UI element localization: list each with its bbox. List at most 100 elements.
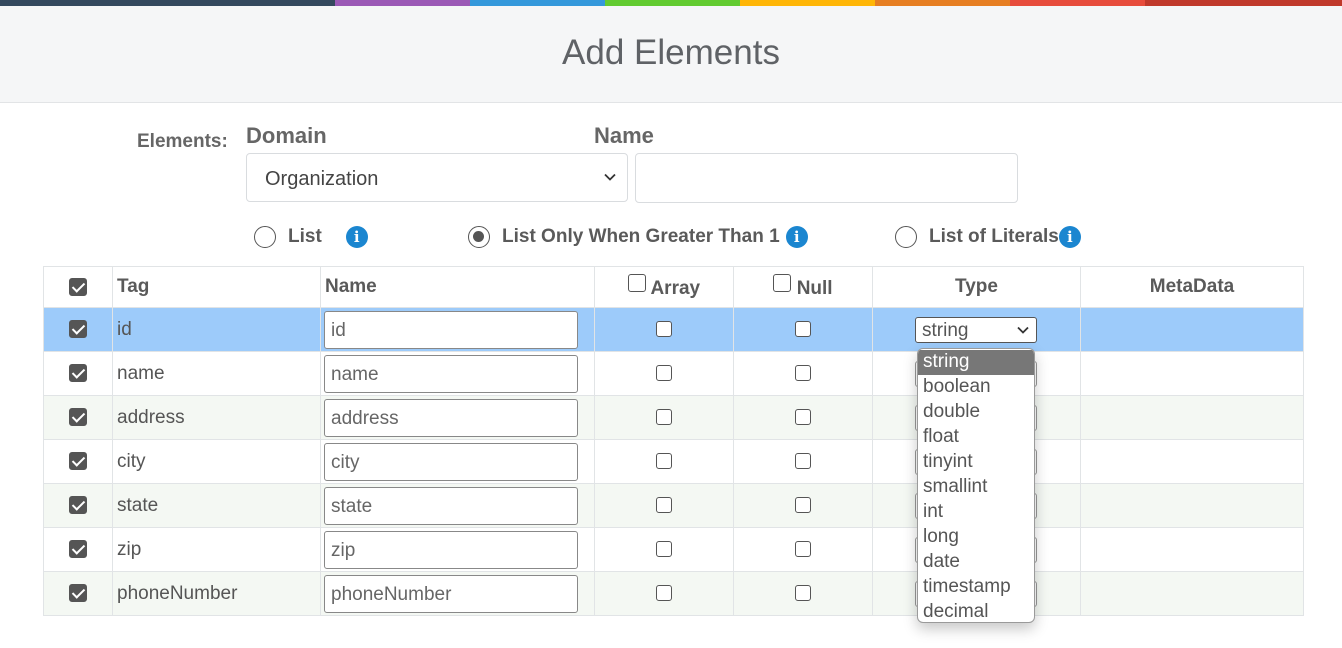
select-all-checkbox[interactable] bbox=[69, 277, 87, 296]
table-row[interactable]: name name bbox=[43, 351, 1304, 396]
name-header: Name bbox=[320, 266, 595, 308]
row-checkbox[interactable] bbox=[69, 364, 87, 383]
type-option[interactable]: int bbox=[918, 500, 1034, 525]
type-select[interactable]: string bbox=[915, 317, 1037, 343]
table-row[interactable]: id id string bbox=[43, 307, 1304, 352]
metadata-cell[interactable] bbox=[1080, 439, 1304, 484]
null-cell bbox=[733, 439, 873, 484]
tag-cell: zip bbox=[112, 527, 321, 572]
name-cell: zip bbox=[320, 527, 595, 572]
elements-label: Elements: bbox=[137, 131, 228, 152]
metadata-cell[interactable] bbox=[1080, 351, 1304, 396]
row-name-input[interactable]: zip bbox=[324, 531, 578, 569]
radio-list-greater-than-one-label: List Only When Greater Than 1 bbox=[502, 226, 780, 247]
null-cell bbox=[733, 527, 873, 572]
name-cell: state bbox=[320, 483, 595, 528]
array-checkbox[interactable] bbox=[656, 585, 672, 602]
metadata-cell[interactable] bbox=[1080, 307, 1304, 352]
array-checkbox[interactable] bbox=[656, 409, 672, 426]
name-cell: name bbox=[320, 351, 595, 396]
array-checkbox[interactable] bbox=[656, 321, 672, 338]
null-all-checkbox[interactable] bbox=[773, 274, 792, 292]
type-option[interactable]: tinyint bbox=[918, 450, 1034, 475]
null-checkbox[interactable] bbox=[795, 497, 811, 514]
array-checkbox[interactable] bbox=[656, 365, 672, 382]
array-header: Array bbox=[594, 266, 734, 308]
radio-list-of-literals[interactable]: List of Literals i bbox=[895, 224, 1081, 250]
domain-label: Domain bbox=[246, 123, 327, 148]
table-row[interactable]: state state bbox=[43, 483, 1304, 528]
domain-select-value: Organization bbox=[265, 168, 379, 190]
null-checkbox[interactable] bbox=[795, 365, 811, 382]
radio-list-circle[interactable] bbox=[254, 226, 276, 248]
row-name-input[interactable]: phoneNumber bbox=[324, 575, 578, 613]
domain-select[interactable]: Organization bbox=[246, 153, 628, 202]
row-select-cell bbox=[43, 527, 113, 572]
type-option[interactable]: string bbox=[918, 350, 1034, 375]
name-cell: phoneNumber bbox=[320, 571, 595, 616]
row-checkbox[interactable] bbox=[69, 496, 87, 515]
row-checkbox[interactable] bbox=[69, 540, 87, 559]
type-option[interactable]: float bbox=[918, 425, 1034, 450]
type-option[interactable]: decimal bbox=[918, 600, 1034, 622]
null-checkbox[interactable] bbox=[795, 453, 811, 470]
array-checkbox[interactable] bbox=[656, 541, 672, 558]
type-option[interactable]: smallint bbox=[918, 475, 1034, 500]
null-checkbox[interactable] bbox=[795, 409, 811, 426]
radio-list[interactable]: List i bbox=[254, 224, 368, 250]
metadata-cell[interactable] bbox=[1080, 483, 1304, 528]
null-header: Null bbox=[733, 266, 873, 308]
null-checkbox[interactable] bbox=[795, 541, 811, 558]
row-checkbox[interactable] bbox=[69, 452, 87, 471]
type-option[interactable]: date bbox=[918, 550, 1034, 575]
tag-cell: name bbox=[112, 351, 321, 396]
metadata-cell[interactable] bbox=[1080, 571, 1304, 616]
row-name-input[interactable]: name bbox=[324, 355, 578, 393]
radio-list-of-literals-circle[interactable] bbox=[895, 226, 917, 248]
element-name-input[interactable] bbox=[635, 153, 1018, 203]
row-checkbox[interactable] bbox=[69, 320, 87, 339]
table-row[interactable]: city city bbox=[43, 439, 1304, 484]
type-option[interactable]: long bbox=[918, 525, 1034, 550]
array-header-label: Array bbox=[650, 278, 701, 299]
array-checkbox[interactable] bbox=[656, 497, 672, 514]
array-all-checkbox[interactable] bbox=[627, 274, 646, 292]
type-option[interactable]: timestamp bbox=[918, 575, 1034, 600]
null-checkbox[interactable] bbox=[795, 585, 811, 602]
row-name-input[interactable]: address bbox=[324, 399, 578, 437]
row-name-input[interactable]: state bbox=[324, 487, 578, 525]
name-cell: id bbox=[320, 307, 595, 352]
info-icon[interactable]: i bbox=[1058, 226, 1081, 248]
row-checkbox[interactable] bbox=[69, 408, 87, 427]
radio-list-greater-than-one[interactable]: List Only When Greater Than 1 i bbox=[468, 224, 808, 250]
table-row[interactable]: address address bbox=[43, 395, 1304, 440]
array-cell bbox=[594, 307, 734, 352]
metadata-cell[interactable] bbox=[1080, 395, 1304, 440]
table-row[interactable]: phoneNumber phoneNumber bbox=[43, 571, 1304, 616]
row-name-input[interactable]: city bbox=[324, 443, 578, 481]
metadata-cell[interactable] bbox=[1080, 527, 1304, 572]
tag-cell: state bbox=[112, 483, 321, 528]
row-name-input[interactable]: id bbox=[324, 311, 578, 349]
array-checkbox[interactable] bbox=[656, 453, 672, 470]
info-icon[interactable]: i bbox=[785, 226, 808, 248]
row-checkbox[interactable] bbox=[69, 584, 87, 603]
array-cell bbox=[594, 439, 734, 484]
row-select-cell bbox=[43, 351, 113, 396]
chevron-down-icon bbox=[604, 173, 616, 181]
select-all-header bbox=[43, 266, 113, 308]
info-icon[interactable]: i bbox=[345, 226, 368, 248]
row-select-cell bbox=[43, 439, 113, 484]
chevron-down-icon bbox=[1017, 326, 1029, 334]
radio-list-label: List bbox=[288, 226, 322, 247]
table-row[interactable]: zip zip bbox=[43, 527, 1304, 572]
page-header: Add Elements bbox=[0, 6, 1342, 103]
type-option[interactable]: double bbox=[918, 400, 1034, 425]
array-cell bbox=[594, 351, 734, 396]
null-checkbox[interactable] bbox=[795, 321, 811, 338]
type-select-value: string bbox=[922, 320, 969, 341]
array-cell bbox=[594, 483, 734, 528]
radio-list-greater-than-one-circle[interactable] bbox=[468, 226, 490, 248]
null-cell bbox=[733, 351, 873, 396]
type-option[interactable]: boolean bbox=[918, 375, 1034, 400]
